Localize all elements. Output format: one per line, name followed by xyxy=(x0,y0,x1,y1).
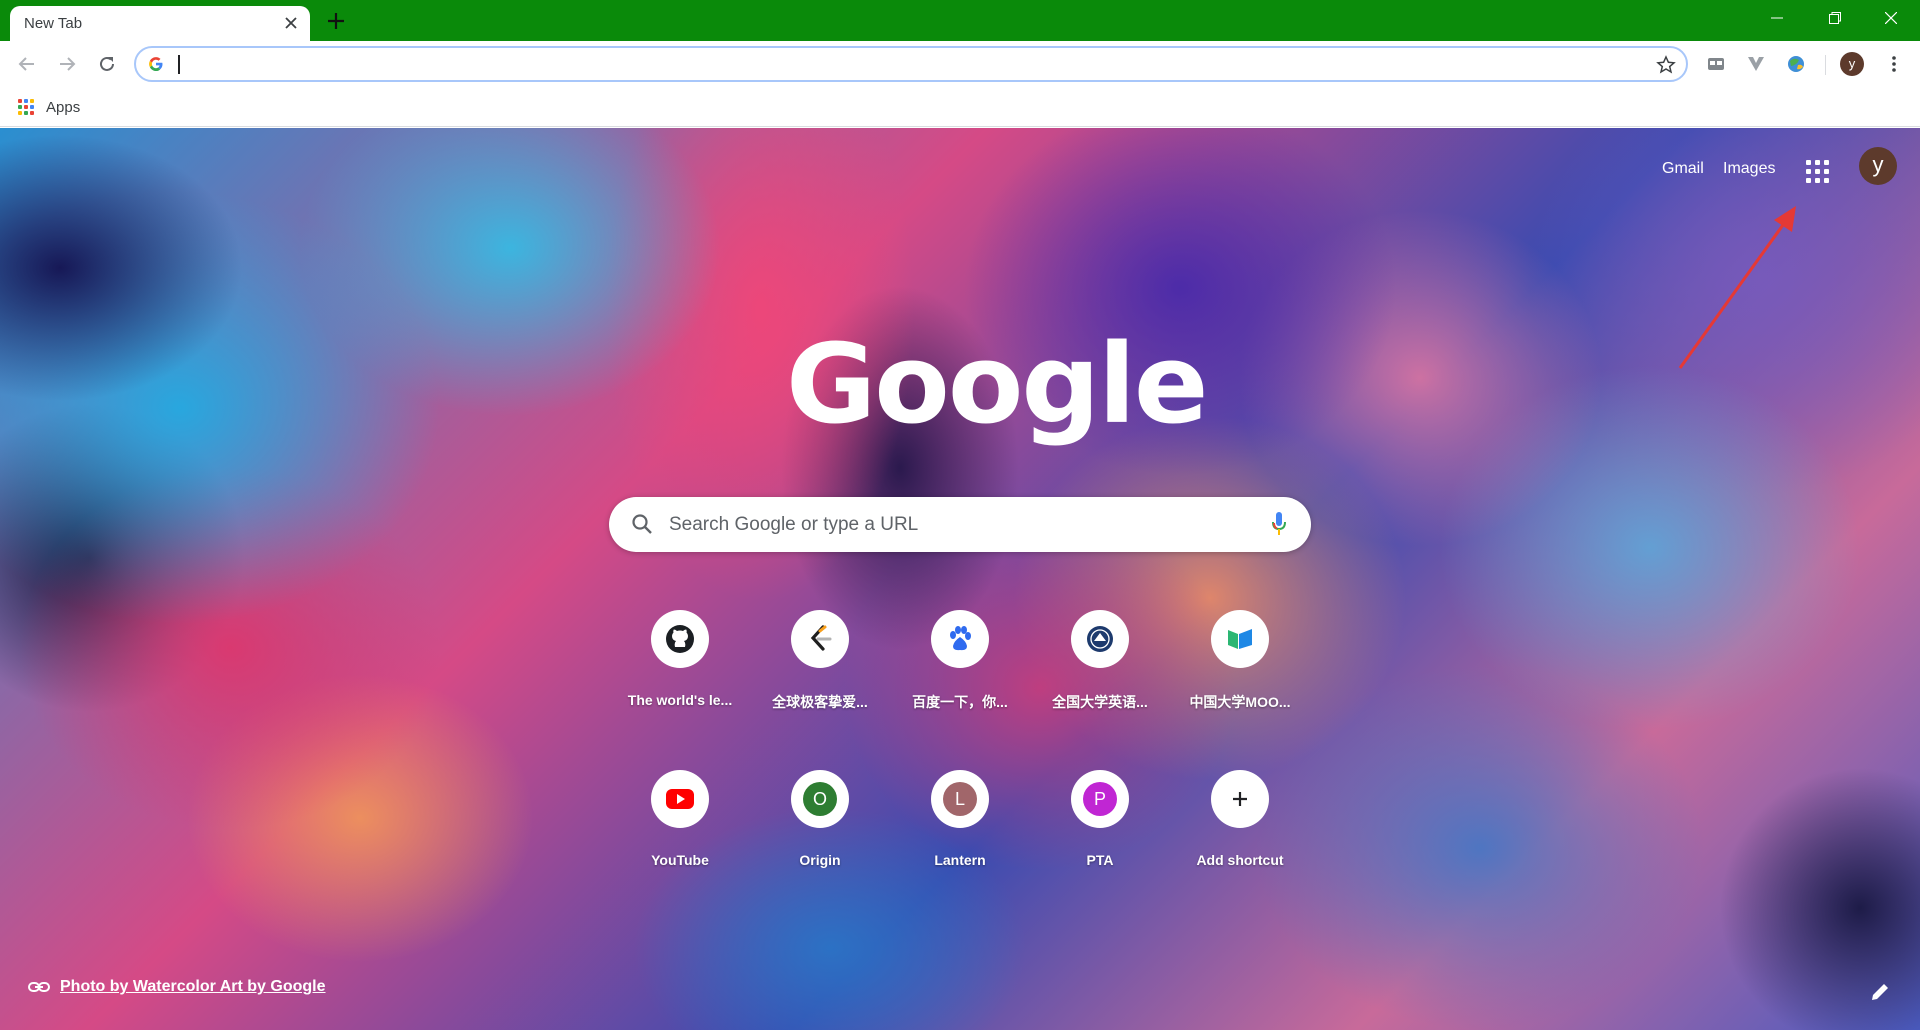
attribution-text: Photo by Watercolor Art by Google xyxy=(60,978,326,995)
title-bar: New Tab xyxy=(0,0,1920,41)
tab-title: New Tab xyxy=(24,15,83,32)
baidu-icon xyxy=(950,626,971,651)
youtube-icon xyxy=(666,789,694,809)
apps-grid-icon xyxy=(18,99,34,115)
back-arrow-icon xyxy=(18,57,34,71)
extension-vimium-icon[interactable] xyxy=(1743,51,1769,77)
shortcut-icon-circle xyxy=(651,610,709,668)
three-dots-vertical-icon xyxy=(1892,56,1896,72)
shortcut-label: Add shortcut xyxy=(1196,852,1284,868)
apps-label: Apps xyxy=(46,98,81,116)
shortcut-lantern[interactable]: L Lantern xyxy=(890,770,1030,900)
shortcut-youtube[interactable]: YouTube xyxy=(610,770,750,900)
reload-button[interactable] xyxy=(93,50,121,78)
letter-badge: L xyxy=(943,782,977,816)
toolbar-divider xyxy=(1825,55,1826,75)
shortcut-icon-circle xyxy=(1211,610,1269,668)
google-logo: Google xyxy=(786,320,1208,448)
new-tab-plus-icon[interactable] xyxy=(324,9,348,33)
shortcut-icon-circle: P xyxy=(1071,770,1129,828)
shortcut-label: Origin xyxy=(799,852,841,868)
photo-attribution[interactable]: Photo by Watercolor Art by Google xyxy=(28,978,326,996)
shortcut-pta[interactable]: P PTA xyxy=(1030,770,1170,900)
restore-icon xyxy=(1829,12,1841,24)
letter-badge: O xyxy=(803,782,837,816)
images-link[interactable]: Images xyxy=(1723,160,1775,178)
add-shortcut-button[interactable]: Add shortcut xyxy=(1170,770,1310,900)
shortcut-icon-circle xyxy=(931,610,989,668)
shortcut-label: 中国大学MOO... xyxy=(1189,694,1291,710)
shortcut-icon-circle xyxy=(791,610,849,668)
google-apps-button[interactable] xyxy=(1802,156,1830,184)
pencil-icon[interactable] xyxy=(1868,980,1892,1004)
shortcut-label: 全国大学英语... xyxy=(1052,694,1148,710)
extension-incognito-icon[interactable] xyxy=(1703,51,1729,77)
shortcut-icon-circle xyxy=(651,770,709,828)
toolbar: y xyxy=(0,41,1920,87)
back-button[interactable] xyxy=(13,50,41,78)
shortcut-label: Lantern xyxy=(934,852,986,868)
shortcut-github[interactable]: The world's le... xyxy=(610,610,750,740)
window-close-icon xyxy=(1885,12,1897,24)
shortcut-origin[interactable]: O Origin xyxy=(750,770,890,900)
window-close-button[interactable] xyxy=(1862,0,1920,36)
shortcut-icon-circle: L xyxy=(931,770,989,828)
reload-icon xyxy=(100,56,114,71)
profile-avatar[interactable]: y xyxy=(1840,52,1864,76)
google-g-icon xyxy=(149,57,163,71)
shortcut-label: 百度一下，你... xyxy=(912,694,1008,710)
shortcut-icon-circle xyxy=(1211,770,1269,828)
shortcut-leetcode[interactable]: 全球极客挚爱... xyxy=(750,610,890,740)
text-caret xyxy=(178,55,180,74)
shortcut-icon-circle xyxy=(1071,610,1129,668)
tab-new-tab[interactable]: New Tab xyxy=(10,6,310,41)
link-icon xyxy=(28,982,50,992)
minimize-button[interactable] xyxy=(1748,0,1806,36)
shortcut-label: PTA xyxy=(1086,852,1114,868)
annotation-arrow xyxy=(1678,206,1796,369)
bookmark-star-icon[interactable] xyxy=(1656,55,1676,75)
microphone-icon[interactable] xyxy=(1271,511,1287,537)
extension-globe-icon[interactable] xyxy=(1783,51,1809,77)
forward-arrow-icon xyxy=(60,57,76,71)
shortcut-icon-circle: O xyxy=(791,770,849,828)
shortcut-mooc[interactable]: 中国大学MOO... xyxy=(1170,610,1310,740)
leetcode-icon xyxy=(810,625,832,651)
menu-button[interactable] xyxy=(1882,52,1906,76)
restore-button[interactable] xyxy=(1806,0,1864,36)
plus-icon xyxy=(1233,792,1247,806)
shortcut-baidu[interactable]: 百度一下，你... xyxy=(890,610,1030,740)
search-icon xyxy=(632,514,652,534)
gmail-link[interactable]: Gmail xyxy=(1662,160,1704,178)
github-icon xyxy=(666,625,694,653)
new-tab-page: Gmail Images y Google Search Google or t… xyxy=(0,128,1920,1030)
apps-shortcut[interactable]: Apps xyxy=(18,96,80,118)
shortcut-label: The world's le... xyxy=(627,692,733,708)
shortcut-label: 全球极客挚爱... xyxy=(772,694,868,710)
letter-badge: P xyxy=(1083,782,1117,816)
address-bar[interactable] xyxy=(134,46,1688,82)
forward-button[interactable] xyxy=(53,50,81,78)
shortcut-cet[interactable]: 全国大学英语... xyxy=(1030,610,1170,740)
minimize-icon xyxy=(1771,17,1783,19)
mooc-icon xyxy=(1228,629,1252,649)
close-icon[interactable] xyxy=(282,14,300,32)
search-box[interactable]: Search Google or type a URL xyxy=(609,497,1311,552)
cet-icon xyxy=(1087,626,1113,652)
shortcut-label: YouTube xyxy=(651,852,709,868)
bookmarks-bar: Apps xyxy=(0,87,1920,127)
search-placeholder: Search Google or type a URL xyxy=(669,514,919,535)
account-avatar[interactable]: y xyxy=(1859,147,1897,185)
